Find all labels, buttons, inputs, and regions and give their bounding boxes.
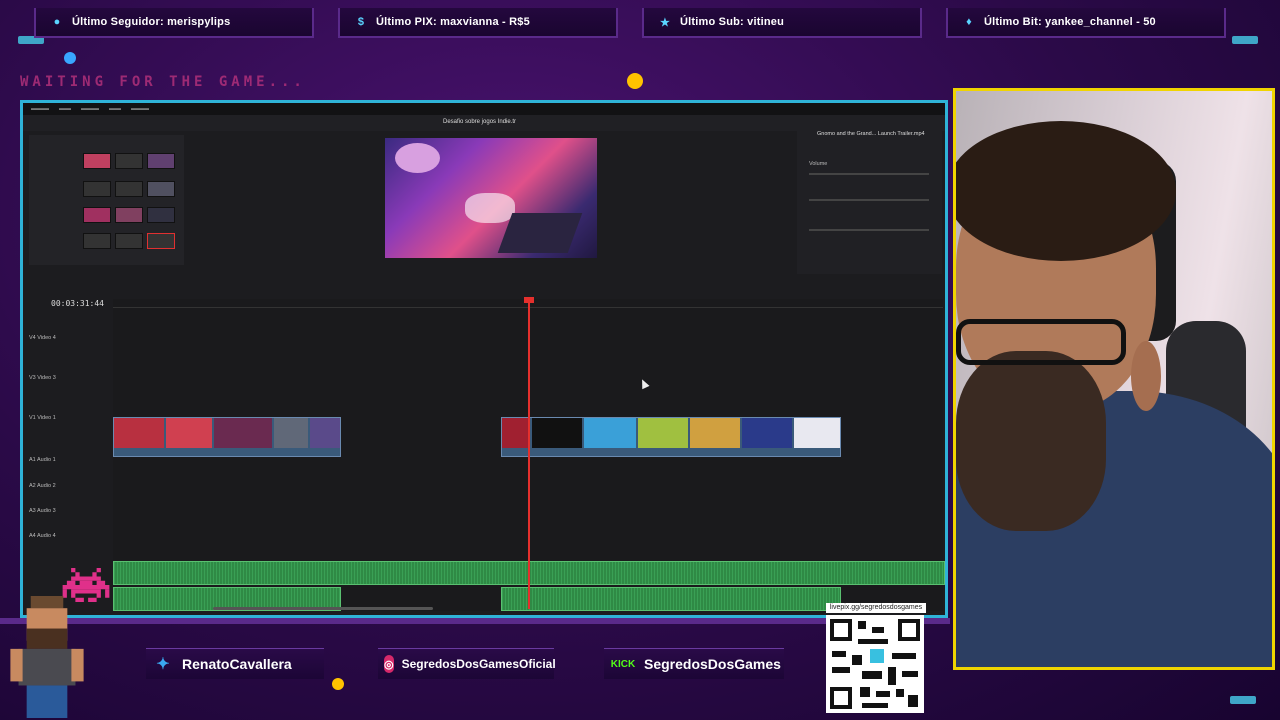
menu-item[interactable]: ▬▬▬ — [81, 106, 99, 112]
instagram-icon: ◎ — [384, 655, 394, 673]
waiting-banner: WAITING FOR THE GAME... — [20, 74, 306, 90]
viewer-content — [465, 193, 515, 223]
media-thumbnail[interactable] — [147, 153, 175, 169]
video-editor-window: ▬▬▬ ▬▬ ▬▬▬ ▬▬ ▬▬▬ Desafio sobre jogos In… — [20, 100, 948, 618]
media-thumbnail[interactable] — [83, 233, 111, 249]
last-bit-text: Último Bit: yankee_channel - 50 — [984, 16, 1156, 28]
track-header-a3[interactable]: A3 Audio 3 — [29, 508, 111, 514]
track-header-v1[interactable]: V1 Video 1 — [29, 415, 111, 421]
last-follower-text: Último Seguidor: merispylips — [72, 16, 231, 28]
media-thumbnail[interactable] — [147, 207, 175, 223]
media-thumbnail[interactable] — [115, 207, 143, 223]
media-thumbnail[interactable] — [115, 153, 143, 169]
track-header-v4[interactable]: V4 Video 4 — [29, 335, 111, 341]
pacman-icon — [332, 678, 344, 690]
volume-slider[interactable] — [809, 173, 929, 175]
alert-bar: ● Último Seguidor: merispylips $ Último … — [0, 0, 1280, 48]
eq-slider[interactable] — [809, 229, 929, 231]
menu-item[interactable]: ▬▬▬ — [131, 106, 149, 112]
media-pool-panel — [29, 135, 184, 265]
inspector-volume-label: Volume — [809, 161, 828, 167]
media-thumbnail[interactable] — [83, 207, 111, 223]
livepix-qr-code[interactable] — [826, 615, 924, 713]
corner-decoration — [1230, 696, 1256, 704]
project-title: Desafio sobre jogos Indie.tr — [443, 119, 517, 125]
menu-item[interactable]: ▬▬ — [109, 106, 121, 112]
webcam-scene — [956, 319, 1126, 365]
decorative-dot — [64, 52, 76, 64]
video-clip[interactable] — [501, 417, 841, 457]
timeline-timecode: 00:03:31:44 — [51, 299, 104, 308]
timeline-area[interactable] — [113, 297, 945, 611]
dollar-icon: $ — [357, 16, 365, 28]
instagram-handle[interactable]: ◎ SegredosDosGamesOficial — [378, 648, 556, 679]
livepix-url: livepix.gg/segredosdosgames — [826, 603, 926, 613]
menu-item[interactable]: ▬▬▬ — [31, 106, 49, 112]
media-thumbnail[interactable] — [147, 181, 175, 197]
webcam-feed — [953, 88, 1275, 670]
webcam-scene — [956, 121, 1176, 261]
last-pix-alert: $ Último PIX: maxvianna - R$5 — [338, 8, 618, 38]
playhead[interactable] — [528, 299, 530, 609]
kick-handle[interactable]: KICK SegredosDosGames — [604, 648, 784, 679]
media-thumbnail[interactable] — [147, 233, 175, 249]
last-pix-text: Último PIX: maxvianna - R$5 — [376, 16, 530, 28]
webcam-scene — [1131, 341, 1161, 411]
media-thumbnail[interactable] — [115, 233, 143, 249]
last-follower-alert: ● Último Seguidor: merispylips — [34, 8, 314, 38]
media-thumbnail[interactable] — [115, 181, 143, 197]
twitter-handle[interactable]: ✦ RenatoCavallera — [146, 648, 324, 679]
preview-viewer[interactable] — [385, 138, 597, 258]
diamond-icon: ♦ — [966, 16, 972, 28]
user-icon: ● — [53, 16, 61, 28]
corner-decoration — [1232, 36, 1258, 44]
pacman-ghost-icon — [627, 73, 643, 89]
viewer-content — [497, 213, 583, 253]
kick-logo-icon: KICK — [610, 658, 636, 670]
audio-clip-a2[interactable] — [501, 587, 841, 611]
video-clip[interactable] — [113, 417, 341, 457]
frame-bottom-strip — [0, 618, 950, 624]
menu-item[interactable]: ▬▬ — [59, 106, 71, 112]
timeline-scrollbar[interactable] — [213, 607, 433, 610]
media-thumbnail[interactable] — [83, 153, 111, 169]
track-header-a2[interactable]: A2 Audio 2 — [29, 483, 111, 489]
twitter-bird-icon: ✦ — [156, 656, 170, 673]
last-bit-alert: ♦ Último Bit: yankee_channel - 50 — [946, 8, 1226, 38]
last-sub-text: Último Sub: vitineu — [680, 16, 785, 28]
track-header-a1[interactable]: A1 Audio 1 — [29, 457, 111, 463]
last-sub-alert: ★ Último Sub: vitineu — [642, 8, 922, 38]
inspector-panel: Gnomo and the Grand... Launch Trailer.mp… — [797, 129, 942, 274]
track-header-a4[interactable]: A4 Audio 4 — [29, 533, 111, 539]
media-thumbnail[interactable] — [83, 181, 111, 197]
track-header-v3[interactable]: V3 Video 3 — [29, 375, 111, 381]
pan-slider[interactable] — [809, 199, 929, 201]
pixel-avatar-icon — [10, 596, 84, 718]
star-icon: ★ — [659, 16, 671, 29]
webcam-scene — [956, 351, 1106, 531]
inspector-clip-name: Gnomo and the Grand... Launch Trailer.mp… — [817, 131, 925, 137]
editor-menubar: ▬▬▬ ▬▬ ▬▬▬ ▬▬ ▬▬▬ — [23, 103, 945, 115]
viewer-content — [395, 143, 440, 173]
